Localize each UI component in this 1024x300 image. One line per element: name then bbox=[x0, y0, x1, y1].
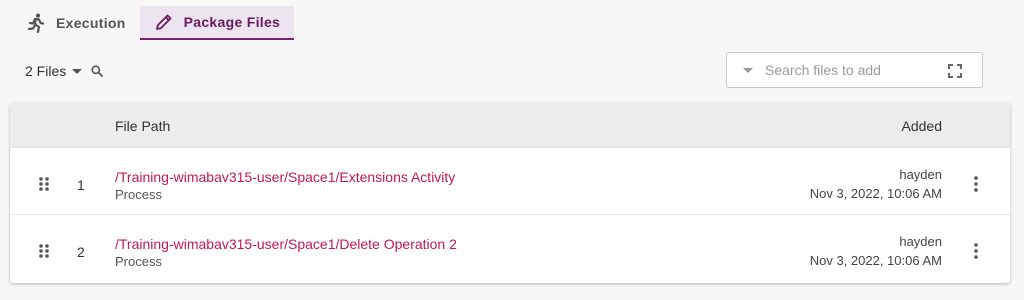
table-row[interactable]: 1 /Training-wimabav315-user/Space1/Exten… bbox=[10, 147, 1010, 214]
search-input[interactable] bbox=[765, 62, 935, 78]
package-files-table: File Path Added 1 /Training-wimabav315-u… bbox=[10, 103, 1010, 283]
more-vert-icon[interactable] bbox=[972, 242, 980, 260]
drag-handle-icon[interactable] bbox=[38, 243, 50, 259]
tab-package-files-label: Package Files bbox=[183, 14, 281, 30]
table-header: File Path Added bbox=[10, 103, 1010, 147]
dropdown-caret-icon[interactable] bbox=[743, 67, 753, 73]
chevron-down-icon[interactable] bbox=[72, 68, 83, 74]
file-path-link[interactable]: /Training-wimabav315-user/Space1/Delete … bbox=[115, 236, 457, 252]
files-count-label: 2 Files bbox=[25, 63, 67, 79]
file-search-field[interactable] bbox=[726, 52, 983, 88]
tab-bar: Execution Package Files bbox=[12, 6, 295, 40]
pencil-icon bbox=[154, 12, 174, 32]
row-number: 1 bbox=[77, 177, 85, 193]
column-header-file-path[interactable]: File Path bbox=[115, 118, 170, 134]
added-by: hayden bbox=[899, 167, 942, 182]
running-person-icon bbox=[26, 13, 46, 33]
files-count: 2 Files bbox=[25, 62, 104, 80]
tab-package-files[interactable]: Package Files bbox=[139, 6, 295, 40]
drag-handle-icon[interactable] bbox=[38, 176, 50, 192]
column-header-added[interactable]: Added bbox=[902, 118, 942, 134]
added-date: Nov 3, 2022, 10:06 AM bbox=[809, 186, 942, 201]
file-type: Process bbox=[115, 254, 162, 269]
file-path-link[interactable]: /Training-wimabav315-user/Space1/Extensi… bbox=[115, 169, 455, 185]
added-by: hayden bbox=[899, 234, 942, 249]
tab-execution[interactable]: Execution bbox=[12, 6, 140, 40]
table-row[interactable]: 2 /Training-wimabav315-user/Space1/Delet… bbox=[10, 214, 1010, 281]
fullscreen-icon[interactable] bbox=[948, 64, 962, 78]
more-vert-icon[interactable] bbox=[972, 175, 980, 193]
tab-execution-label: Execution bbox=[56, 15, 126, 31]
added-date: Nov 3, 2022, 10:06 AM bbox=[809, 253, 942, 268]
file-type: Process bbox=[115, 187, 162, 202]
row-number: 2 bbox=[77, 244, 85, 260]
search-icon[interactable] bbox=[91, 65, 104, 77]
